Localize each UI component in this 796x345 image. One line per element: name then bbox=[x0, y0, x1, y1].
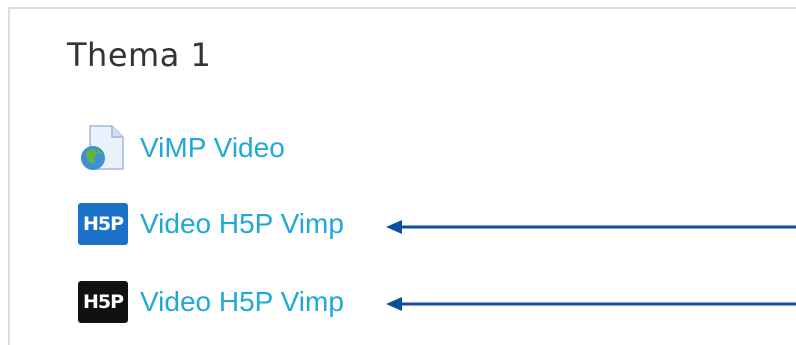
activity-label: Video H5P Vimp bbox=[140, 208, 344, 239]
h5p-black-icon: H5P bbox=[78, 277, 128, 327]
section-title: Thema 1 bbox=[67, 36, 212, 74]
activity-vimp-video[interactable]: ViMP Video bbox=[78, 122, 285, 174]
section-border-left bbox=[8, 7, 10, 345]
activity-label: Video H5P Vimp bbox=[140, 286, 344, 317]
activity-label: ViMP Video bbox=[140, 132, 285, 163]
h5p-icon-text: H5P bbox=[78, 203, 128, 245]
section-border-top bbox=[8, 7, 796, 9]
h5p-blue-icon: H5P bbox=[78, 199, 128, 249]
h5p-icon-text: H5P bbox=[78, 281, 128, 323]
annotation-arrow-1 bbox=[386, 220, 796, 234]
annotation-arrow-2 bbox=[386, 297, 796, 311]
file-globe-icon bbox=[78, 123, 128, 173]
activity-h5p-video-2[interactable]: H5P Video H5P Vimp bbox=[78, 276, 344, 328]
activity-h5p-video-1[interactable]: H5P Video H5P Vimp bbox=[78, 198, 344, 250]
course-section: Thema 1 ViMP Video H5P Video H5P Vimp H5… bbox=[0, 0, 796, 345]
